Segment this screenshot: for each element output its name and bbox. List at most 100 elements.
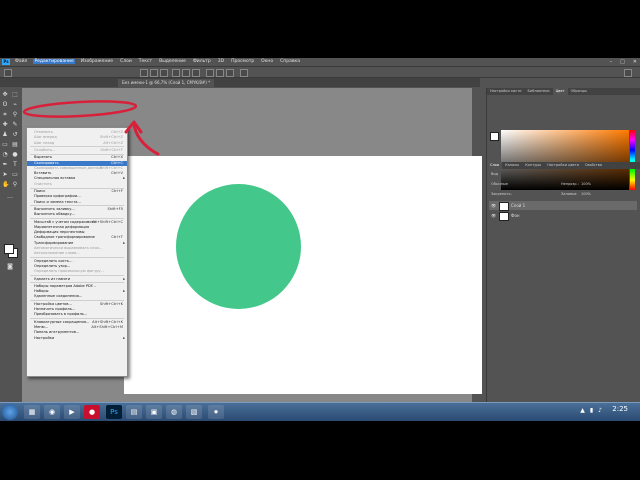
panel-tab[interactable]: Образцы — [568, 88, 590, 95]
visibility-eye-icon[interactable]: 👁 — [491, 201, 496, 210]
panel-foreground-swatch[interactable] — [490, 132, 499, 141]
healing-tool-icon[interactable]: ✚ — [2, 122, 8, 128]
edit-menu-item[interactable]: Выполнить обводку... — [27, 212, 127, 218]
distribute-top-icon[interactable] — [206, 69, 214, 77]
chrome-icon[interactable]: ◉ — [44, 405, 60, 419]
crop-tool-icon[interactable]: ⌗ — [2, 112, 8, 118]
document-tab[interactable]: Без имени-1 @ 66,7% (Слой 1, CMYK/8#) * — [118, 79, 215, 87]
close-icon[interactable]: ✕ — [633, 59, 637, 65]
menu-item-label: Автоналожение слоев... — [34, 251, 80, 256]
eraser-tool-icon[interactable]: ▭ — [2, 142, 8, 148]
hue-slider[interactable] — [630, 130, 635, 190]
workspace-icon[interactable] — [624, 69, 632, 77]
app-icon-4[interactable]: ▧ — [186, 405, 202, 419]
option-toggle-1[interactable] — [140, 69, 148, 77]
align-left-icon[interactable] — [172, 69, 180, 77]
marquee-tool-icon[interactable]: ⬚ — [12, 92, 18, 98]
minimize-icon[interactable]: – — [610, 59, 613, 65]
distribute-bottom-icon[interactable] — [226, 69, 234, 77]
quick-select-tool-icon[interactable]: ⌁ — [12, 102, 18, 108]
option-toggle-3[interactable] — [160, 69, 168, 77]
option-toggle-2[interactable] — [150, 69, 158, 77]
edit-menu-item[interactable]: Удаленные соединения... — [27, 294, 127, 300]
panel-tab[interactable]: Каналы — [502, 162, 522, 169]
fill-value[interactable]: 100% — [581, 192, 591, 196]
tool-preset-icon[interactable] — [4, 69, 12, 77]
shape-tool-icon[interactable]: ▭ — [12, 172, 18, 178]
record-icon[interactable]: ⏺ — [208, 405, 224, 419]
menu-item[interactable]: Слои — [119, 59, 133, 64]
layer-row[interactable]: 👁 Фон — [489, 211, 637, 221]
panel-tab[interactable]: Контуры — [522, 162, 544, 169]
path-select-tool-icon[interactable]: ➤ — [2, 172, 8, 178]
dodge-tool-icon[interactable]: ● — [12, 152, 18, 158]
volume-icon[interactable]: ♪ — [598, 407, 602, 414]
distribute-middle-icon[interactable] — [216, 69, 224, 77]
edit-menu-item[interactable]: Преобразовать в профиль... — [27, 312, 127, 318]
canvas[interactable] — [124, 156, 482, 394]
lasso-tool-icon[interactable]: ʘ — [2, 102, 8, 108]
move-tool-icon[interactable]: ✥ — [2, 92, 8, 98]
panel-tab[interactable]: Свойства — [582, 162, 605, 169]
more-tools-icon[interactable]: … — [7, 194, 13, 200]
menu-item[interactable]: Редактирование — [33, 59, 75, 64]
menu-item[interactable]: Текст — [138, 59, 153, 64]
panel-tab[interactable]: Слои — [487, 162, 503, 169]
opacity-value[interactable]: 100% — [581, 182, 591, 186]
edit-menu-item[interactable]: Поиск и замена текста... — [27, 200, 127, 206]
start-button[interactable] — [2, 404, 18, 420]
layers-panel-tabs: Слои Каналы Контуры Настройки цвета Свойства — [487, 162, 640, 169]
layer-filter-kind[interactable]: Вид — [491, 172, 498, 176]
menu-item[interactable]: Выделение — [158, 59, 187, 64]
panel-tab[interactable]: Библиотеки — [525, 88, 553, 95]
layer-thumbnail — [499, 212, 509, 221]
menu-item[interactable]: Просмотр — [230, 59, 255, 64]
align-center-icon[interactable] — [182, 69, 190, 77]
menu-item-label: Шаг назад — [34, 140, 55, 145]
blur-tool-icon[interactable]: ◔ — [2, 152, 8, 158]
more-options-icon[interactable] — [240, 69, 248, 77]
visibility-eye-icon[interactable]: 👁 — [491, 211, 496, 220]
document-tab-bar: Без имени-1 @ 66,7% (Слой 1, CMYK/8#) * — [0, 78, 480, 87]
media-icon[interactable]: ▶ — [64, 405, 80, 419]
pen-tool-icon[interactable]: ✒ — [2, 162, 8, 168]
app-red-icon[interactable]: ● — [84, 405, 100, 419]
menu-item[interactable]: Файл — [14, 59, 28, 64]
text-tool-icon[interactable]: T — [12, 162, 18, 168]
foreground-color-swatch[interactable] — [4, 244, 14, 254]
maximize-icon[interactable]: □ — [620, 59, 625, 65]
app-icon-3[interactable]: ◍ — [166, 405, 182, 419]
align-right-icon[interactable] — [192, 69, 200, 77]
panel-tab[interactable]: Настройки кисти — [487, 88, 525, 95]
brush-tool-icon[interactable]: ✎ — [12, 122, 18, 128]
photoshop-task-icon[interactable]: Ps — [106, 405, 122, 419]
stamp-tool-icon[interactable]: ♟ — [2, 132, 8, 138]
panel-tab[interactable]: Цвет — [552, 88, 568, 95]
menu-item[interactable]: Фильтр — [192, 59, 212, 64]
menu-item-label: Выполнить обводку... — [34, 212, 76, 217]
tray-arrow-icon[interactable]: ▲ — [580, 407, 585, 414]
green-circle-shape[interactable] — [176, 184, 301, 309]
panel-tab[interactable]: Настройки цвета — [544, 162, 582, 169]
menu-item[interactable]: Изображение — [80, 59, 114, 64]
color-picker-field[interactable] — [501, 130, 629, 190]
layer-thumbnail — [499, 202, 509, 211]
edit-menu-item[interactable]: Настройки ▸ — [27, 336, 127, 342]
network-icon[interactable]: ▮ — [590, 407, 593, 414]
quick-mask-icon[interactable]: ◙ — [7, 264, 13, 270]
app-icon-1[interactable]: ▤ — [126, 405, 142, 419]
blend-mode-select[interactable]: Обычные — [491, 182, 508, 186]
menu-item[interactable]: 3D — [217, 59, 225, 64]
layer-row[interactable]: 👁 Слой 1 — [489, 201, 637, 211]
history-brush-tool-icon[interactable]: ↺ — [12, 132, 18, 138]
explorer-icon[interactable]: ▦ — [24, 405, 40, 419]
clock[interactable]: 2:25 — [612, 405, 628, 413]
zoom-tool-icon[interactable]: ⚲ — [12, 182, 18, 188]
gradient-tool-icon[interactable]: ▤ — [12, 142, 18, 148]
hand-tool-icon[interactable]: ✋ — [2, 182, 9, 188]
eyedropper-tool-icon[interactable]: ⚲ — [12, 112, 18, 118]
edit-menu-item[interactable]: Удалить из памяти ▸ — [27, 277, 127, 283]
menu-item[interactable]: Окно — [260, 59, 274, 64]
menu-item[interactable]: Справка — [279, 59, 301, 64]
app-icon-2[interactable]: ▣ — [146, 405, 162, 419]
